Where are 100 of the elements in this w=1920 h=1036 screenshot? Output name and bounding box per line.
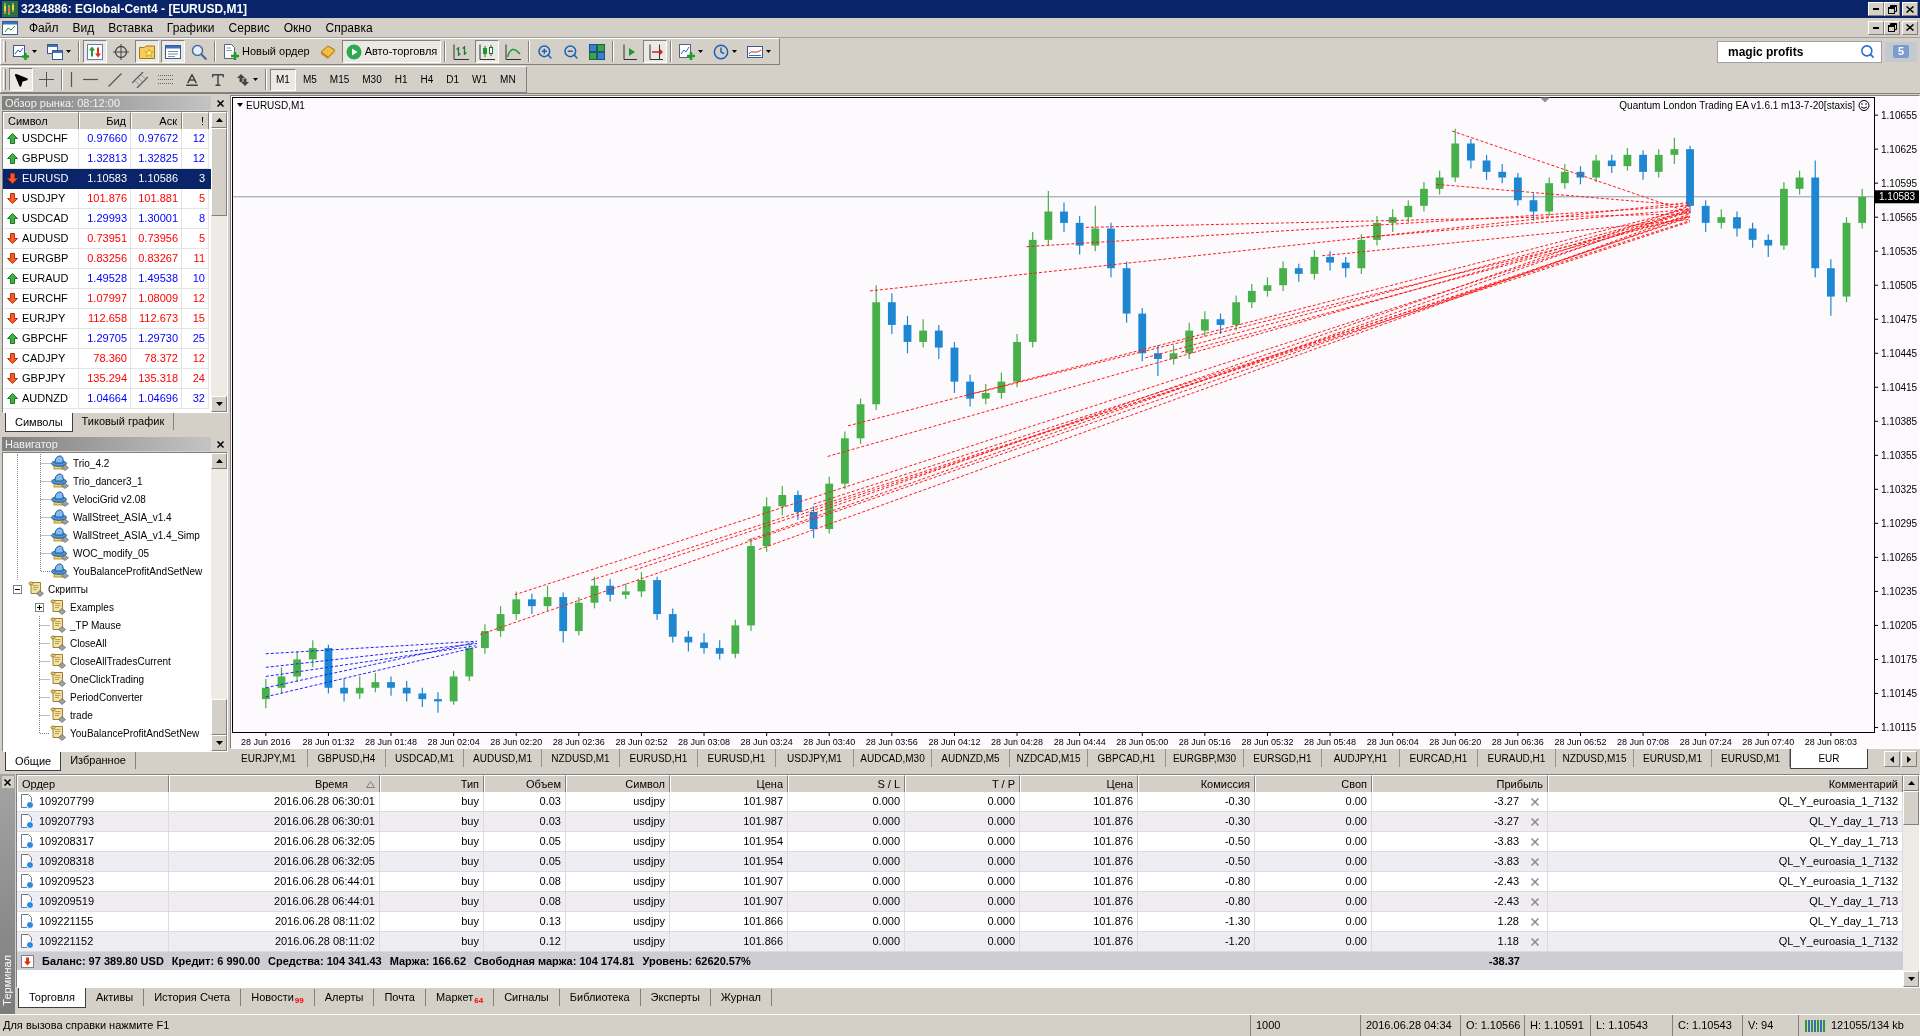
toolbar-button[interactable] [475, 40, 500, 63]
tree-item[interactable]: YouBalanceProfitAndSetNew [28, 724, 211, 742]
scroll-down-icon[interactable] [1903, 971, 1919, 987]
toolbar-button[interactable] [9, 68, 33, 91]
tree-item[interactable]: PeriodConverter [28, 688, 211, 706]
tree-item[interactable]: VelociGrid v2.08 [29, 490, 211, 508]
column-header[interactable]: S / L [788, 775, 905, 794]
tab[interactable]: Почта [374, 989, 426, 1006]
vertical-scrollbar[interactable] [211, 112, 227, 412]
market-row[interactable]: CADJPY 78.360 78.372 12 [3, 349, 211, 369]
menu-item[interactable]: Вставка [101, 18, 160, 37]
dropdown-triangle-icon[interactable] [237, 103, 243, 107]
tab[interactable]: Торговля [18, 988, 86, 1008]
tab[interactable]: Сигналы [494, 989, 560, 1006]
tree-item[interactable]: trade [28, 706, 211, 724]
market-row[interactable]: EURAUD 1.49528 1.49538 10 [3, 269, 211, 289]
menu-item[interactable]: Справка [318, 18, 380, 37]
column-header[interactable]: Прибыль [1372, 775, 1548, 794]
timeframe-button[interactable]: M5 [296, 68, 323, 91]
scroll-down-icon[interactable] [211, 396, 227, 412]
tree-item[interactable]: WallStreet_ASIA_v1.4 [29, 508, 211, 526]
chart-tab[interactable]: GBPCAD,H1 [1088, 749, 1166, 767]
column-header[interactable]: Объем [484, 775, 566, 794]
chart-tab[interactable]: NZDCAD,M15 [1010, 749, 1088, 767]
chart-tab[interactable]: AUDNZD,M5 [932, 749, 1010, 767]
tab[interactable]: Алерты [314, 989, 375, 1006]
chart-tab[interactable]: USDJPY,M1 [776, 749, 854, 767]
close-icon[interactable] [1531, 877, 1539, 886]
scroll-thumb[interactable] [211, 128, 227, 216]
order-row[interactable]: 109209523 2016.06.28 06:44:01 buy 0.08 usdjpy 101.907 0.000 0.000 101.876 -0.80 0.00 -2.43 QL_Y_euroasia_1_7132 [17, 872, 1903, 892]
market-row[interactable]: EURUSD 1.10583 1.10586 3 [3, 169, 211, 189]
tab[interactable]: Библиотека [559, 989, 641, 1006]
chart-tab[interactable]: EURCAD,H1 [1400, 749, 1478, 767]
order-row[interactable]: 109221152 2016.06.28 08:11:02 buy 0.12 usdjpy 101.866 0.000 0.000 101.876 -1.20 0.00 1.18 QL_Y_euroasia_1_7132 [17, 932, 1903, 952]
column-header[interactable]: Комментарий [1548, 775, 1903, 794]
scroll-up-icon[interactable] [1903, 775, 1919, 791]
toolbar-button[interactable] [161, 40, 185, 63]
scroll-down-icon[interactable] [211, 735, 227, 751]
column-header[interactable]: T / P [905, 775, 1020, 794]
column-header[interactable]: Цена [1020, 775, 1138, 794]
close-icon[interactable] [1531, 917, 1539, 926]
tree-item[interactable]: OneClickTrading [28, 670, 211, 688]
tree-item[interactable]: Скрипты [6, 580, 211, 598]
vertical-scrollbar[interactable] [211, 453, 227, 751]
chart-tab[interactable]: EURSGD,H1 [1244, 749, 1322, 767]
column-header[interactable]: ! [182, 112, 209, 131]
tab[interactable]: История Счета [144, 989, 242, 1006]
order-row[interactable]: 109208318 2016.06.28 06:32:05 buy 0.05 usdjpy 101.954 0.000 0.000 101.876 -0.50 0.00 -3.83 QL_Y_euroasia_1_7132 [17, 852, 1903, 872]
tab[interactable]: Избранное [61, 752, 136, 769]
market-row[interactable]: EURCHF 1.07997 1.08009 12 [3, 289, 211, 309]
tab[interactable]: Активы [85, 989, 145, 1006]
market-row[interactable]: EURGBP 0.83256 0.83267 11 [3, 249, 211, 269]
close-button[interactable] [1902, 20, 1918, 35]
chart-tab[interactable]: EURAUD,H1 [1478, 749, 1556, 767]
scroll-thumb[interactable] [211, 699, 227, 735]
menu-item[interactable]: Вид [65, 18, 102, 37]
restore-button[interactable] [1884, 2, 1900, 16]
timeframe-button[interactable]: M15 [323, 68, 356, 91]
scroll-left-icon[interactable] [1884, 751, 1900, 767]
menu-item[interactable]: Файл [22, 18, 66, 37]
close-icon[interactable] [1531, 817, 1539, 826]
timeframe-button[interactable]: H4 [414, 68, 440, 91]
toolbar-button[interactable]: Авто-торговля [341, 40, 442, 63]
chart-tab[interactable]: AUDCAD,M30 [854, 749, 932, 767]
minimize-button[interactable] [1868, 2, 1884, 16]
menu-item[interactable]: Окно [276, 18, 319, 37]
market-row[interactable]: AUDNZD 1.04664 1.04696 32 [3, 389, 211, 409]
scroll-right-icon[interactable] [1901, 751, 1917, 767]
chart-tab[interactable]: EURUSD,H1 [698, 749, 776, 767]
tab[interactable]: Журнал [710, 989, 772, 1006]
chart-tab[interactable]: EURUSD,M1 [1634, 749, 1712, 767]
timeframe-button[interactable]: D1 [440, 68, 466, 91]
vertical-scrollbar[interactable] [1903, 775, 1919, 987]
tree-item[interactable]: WallStreet_ASIA_v1.4_Simp [29, 526, 211, 544]
column-header[interactable]: Цена [670, 775, 788, 794]
timeframe-button[interactable]: M1 [270, 68, 296, 91]
chart-tab[interactable]: EURUSD,H1 [620, 749, 698, 767]
chart-tab[interactable]: AUDJPY,H1 [1322, 749, 1400, 767]
minimize-button[interactable] [1868, 20, 1884, 35]
column-header[interactable]: Своп [1255, 775, 1372, 794]
timeframe-button[interactable]: H1 [388, 68, 414, 91]
order-row[interactable]: 109207793 2016.06.28 06:30:01 buy 0.03 usdjpy 101.987 0.000 0.000 101.876 -0.30 0.00 -3.27 QL_Y_day_1_713 [17, 812, 1903, 832]
column-header[interactable]: Время [169, 775, 380, 794]
close-button[interactable] [1, 776, 14, 788]
restore-button[interactable] [1884, 20, 1900, 35]
expand-icon[interactable] [34, 602, 44, 612]
chart-tab[interactable]: AUDUSD,M1 [464, 749, 542, 767]
chart-tab[interactable]: NZDUSD,M15 [1556, 749, 1634, 767]
tree-item[interactable]: Trio_4.2 [29, 454, 211, 472]
tab[interactable]: Символы [5, 413, 73, 432]
market-row[interactable]: USDJPY 101.876 101.881 5 [3, 189, 211, 209]
search-field[interactable]: magic profits [1717, 40, 1882, 63]
market-row[interactable]: EURJPY 112.658 112.673 15 [3, 309, 211, 329]
close-icon[interactable] [1531, 837, 1539, 846]
scroll-up-icon[interactable] [211, 453, 227, 469]
tree-item[interactable]: YouBalanceProfitAndSetNew [29, 562, 211, 580]
close-button[interactable] [214, 97, 226, 109]
market-row[interactable]: USDCAD 1.29993 1.30001 8 [3, 209, 211, 229]
close-button[interactable] [214, 438, 226, 450]
market-row[interactable]: GBPUSD 1.32813 1.32825 12 [3, 149, 211, 169]
